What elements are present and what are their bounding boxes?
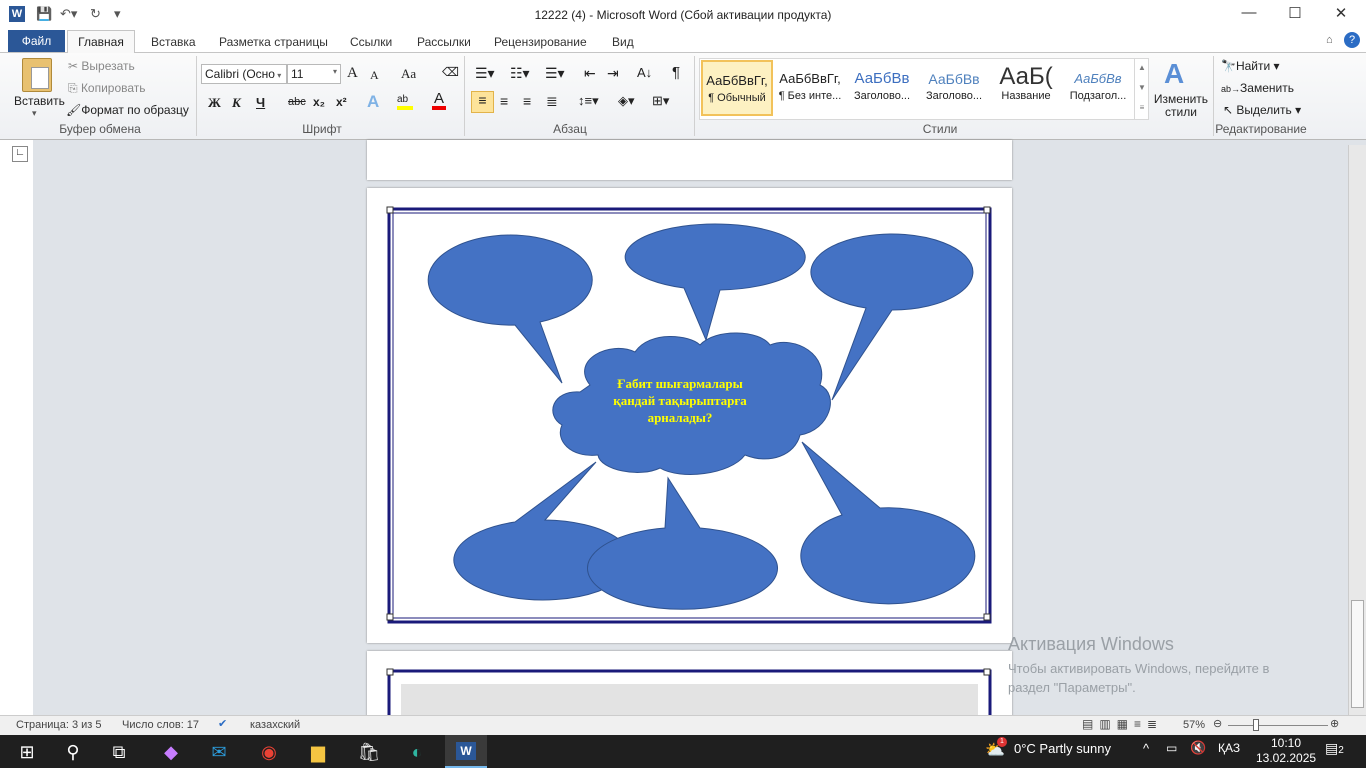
proofing-icon[interactable]: ✔ — [218, 717, 227, 730]
activation-line-1: Чтобы активировать Windows, перейдите в — [1008, 661, 1270, 676]
chrome-icon[interactable]: ◉ — [254, 738, 284, 766]
battery-icon[interactable]: ▭ — [1166, 741, 1177, 755]
zoom-slider-thumb[interactable] — [1253, 719, 1259, 731]
store-icon[interactable]: 🛍 — [354, 738, 384, 766]
notifications-icon[interactable]: ▤2 — [1325, 740, 1344, 757]
view-buttons-icon[interactable]: ▤▥▦≡≣ — [1082, 717, 1163, 731]
input-language[interactable]: ҚАЗ — [1218, 741, 1240, 755]
tray-chevron-icon[interactable]: ^ — [1143, 741, 1149, 756]
weather-text[interactable]: 0°C Partly sunny — [1014, 741, 1111, 756]
start-icon[interactable]: ⊞ — [12, 738, 42, 766]
question-line: қандай тақырыптарға — [613, 393, 747, 408]
activation-title: Активация Windows — [1008, 634, 1174, 654]
question-line: Ғабит шығармалары — [617, 376, 743, 391]
speech-bubble-top-left[interactable] — [427, 234, 593, 384]
document-drawing — [386, 206, 992, 715]
zoom-in-icon[interactable]: ⊕ — [1330, 717, 1339, 730]
center-question: Ғабит шығармалары қандай тақырыптарға ар… — [590, 375, 770, 426]
word-icon: W — [456, 742, 476, 760]
zoom-out-icon[interactable]: ⊖ — [1213, 717, 1222, 730]
edge-icon[interactable]: ◐ — [402, 738, 432, 766]
speech-bubble-top-center[interactable] — [624, 223, 806, 342]
time: 10:10 — [1270, 736, 1302, 750]
activation-line-2: раздел "Параметры". — [1008, 680, 1136, 695]
language[interactable]: казахский — [250, 719, 300, 731]
copilot-icon[interactable]: ◆ — [156, 738, 186, 766]
taskbar-word[interactable]: W — [445, 735, 487, 768]
tab-home[interactable]: Главная — [67, 30, 135, 53]
search-icon[interactable]: ⚲ — [58, 738, 88, 766]
zoom-level[interactable]: 57% — [1183, 719, 1205, 731]
word-count[interactable]: Число слов: 17 — [122, 719, 199, 731]
question-line: арналады? — [647, 410, 713, 425]
status-bar: Страница: 3 из 5 Число слов: 17 ✔ казахс… — [0, 715, 1366, 735]
speech-bubble-top-right[interactable] — [810, 233, 974, 401]
weather-badge: 1 — [997, 737, 1007, 747]
file-explorer-icon[interactable]: ▆ — [303, 738, 333, 766]
mail-icon[interactable]: ✉ — [204, 738, 234, 766]
clock[interactable]: 10:10 13.02.2025 — [1256, 736, 1316, 766]
speech-bubble-bottom-center[interactable] — [587, 476, 778, 610]
date: 13.02.2025 — [1256, 751, 1317, 765]
page-count[interactable]: Страница: 3 из 5 — [16, 719, 102, 731]
windows-activation-watermark: Активация Windows Чтобы активировать Win… — [1008, 634, 1269, 695]
task-view-icon[interactable]: ⧉ — [104, 738, 134, 766]
notification-count: 2 — [1338, 745, 1344, 756]
volume-muted-icon[interactable]: 🔇 — [1190, 740, 1206, 756]
zoom-slider[interactable] — [1228, 725, 1328, 726]
image-placeholder — [401, 684, 978, 715]
speech-bubble-bottom-right[interactable] — [800, 441, 976, 605]
